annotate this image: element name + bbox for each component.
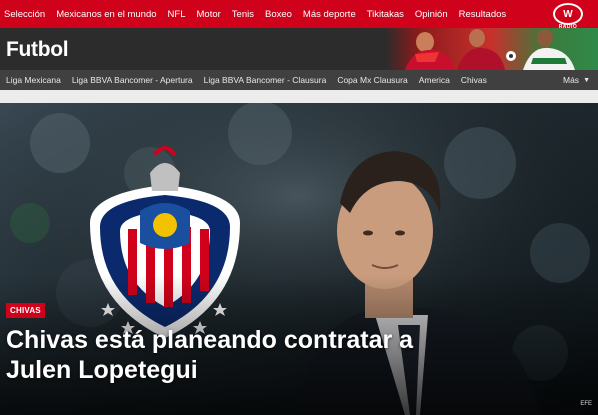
nav-item-seleccion[interactable]: Selección (4, 9, 45, 20)
chevron-down-icon: ▼ (583, 76, 590, 84)
section-title: Futbol (6, 38, 69, 61)
hero-headline[interactable]: Chivas está planeando contratar a Julen … (6, 325, 426, 385)
nav-item-resultados[interactable]: Resultados (459, 9, 507, 20)
w-radio-logo-text: W (563, 8, 573, 20)
nav-item-tikitakas[interactable]: Tikitakas (367, 9, 404, 20)
hero-article[interactable]: CHIVAS Chivas está planeando contratar a… (0, 103, 598, 415)
subnav-item-america[interactable]: America (419, 75, 450, 85)
soccer-players-banner-image (385, 28, 598, 70)
subnav-item-liga-clausura[interactable]: Liga BBVA Bancomer - Clausura (204, 75, 327, 85)
top-navigation: Selección Mexicanos en el mundo NFL Moto… (0, 0, 598, 30)
nav-item-boxeo[interactable]: Boxeo (265, 9, 292, 20)
more-menu-button[interactable]: Más ▼ (563, 70, 590, 90)
subnav-item-chivas[interactable]: Chivas (461, 75, 487, 85)
nav-item-mexicanos-en-el-mundo[interactable]: Mexicanos en el mundo (56, 9, 156, 20)
more-menu-label: Más (563, 75, 580, 85)
subnav-item-liga-apertura[interactable]: Liga BBVA Bancomer - Apertura (72, 75, 193, 85)
section-header: Futbol (0, 28, 598, 70)
subnav-item-copa-mx-clausura[interactable]: Copa Mx Clausura (337, 75, 407, 85)
nav-item-tenis[interactable]: Tenis (232, 9, 254, 20)
nav-item-nfl[interactable]: NFL (168, 9, 186, 20)
w-radio-logo-icon: W RADIO (553, 3, 583, 30)
nav-item-motor[interactable]: Motor (197, 9, 221, 20)
sub-navigation: Liga Mexicana Liga BBVA Bancomer - Apert… (0, 70, 598, 90)
nav-item-opinion[interactable]: Opinión (415, 9, 448, 20)
category-badge[interactable]: CHIVAS (6, 303, 45, 318)
nav-item-mas-deporte[interactable]: Más deporte (303, 9, 356, 20)
w-radio-logo[interactable]: W RADIO (546, 2, 590, 30)
photo-credit: EFE (580, 401, 592, 407)
subnav-item-liga-mexicana[interactable]: Liga Mexicana (6, 75, 61, 85)
